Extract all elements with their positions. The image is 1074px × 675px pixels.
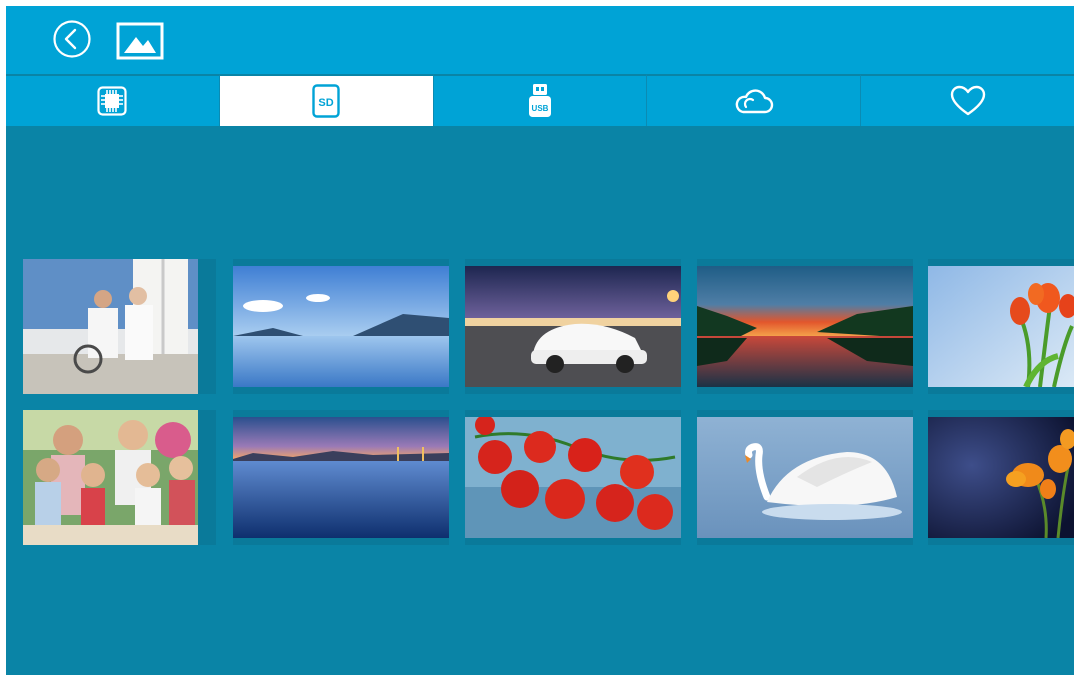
header-bar (6, 6, 1074, 74)
photo-orange-flowers (928, 417, 1074, 538)
photo-thumbnail[interactable] (697, 410, 913, 545)
photo-thumbnail[interactable] (23, 259, 216, 394)
photo-lake-mountain-reflection (233, 266, 449, 387)
photo-thumbnail[interactable] (233, 410, 449, 545)
photo-thumbnail[interactable] (697, 259, 913, 394)
photo-thumbnail[interactable] (465, 259, 681, 394)
photo-thumbnail[interactable] (233, 259, 449, 394)
internal-memory-chip-icon (97, 86, 127, 116)
usb-label: USB (532, 104, 549, 113)
photo-white-sports-car (465, 266, 681, 387)
tab-favorites[interactable] (861, 74, 1074, 126)
photo-red-tulips (928, 266, 1074, 387)
back-circle-icon (53, 20, 91, 58)
photo-thumbnail[interactable] (465, 410, 681, 545)
tab-usb[interactable]: USB (433, 74, 648, 126)
sd-card-label: SD (319, 97, 334, 109)
tab-cloud[interactable] (647, 74, 862, 126)
photo-bay-bridge-dusk (233, 417, 449, 538)
back-button[interactable] (52, 19, 92, 59)
app-window: SD USB (6, 6, 1074, 675)
storage-tabs: SD USB (6, 74, 1074, 126)
photo-sunset-lake (697, 266, 913, 387)
photo-cherry-tomatoes (465, 417, 681, 538)
photo-thumbnail[interactable] (23, 410, 216, 545)
photo-grid (6, 126, 1074, 675)
tab-internal-memory[interactable] (6, 74, 220, 126)
photo-thumbnail[interactable] (928, 259, 1074, 394)
heart-icon (950, 85, 985, 116)
photo-white-swan (697, 417, 913, 538)
usb-drive-icon: USB (528, 84, 551, 117)
photo-thumbnail[interactable] (928, 410, 1074, 545)
cloud-icon (735, 89, 773, 114)
image-gallery-icon (116, 22, 164, 60)
photo-couple-on-sailboat (23, 259, 198, 394)
sd-card-icon: SD (312, 84, 340, 118)
photo-family-laughing (23, 410, 198, 545)
tab-sd-card[interactable]: SD (219, 74, 434, 126)
